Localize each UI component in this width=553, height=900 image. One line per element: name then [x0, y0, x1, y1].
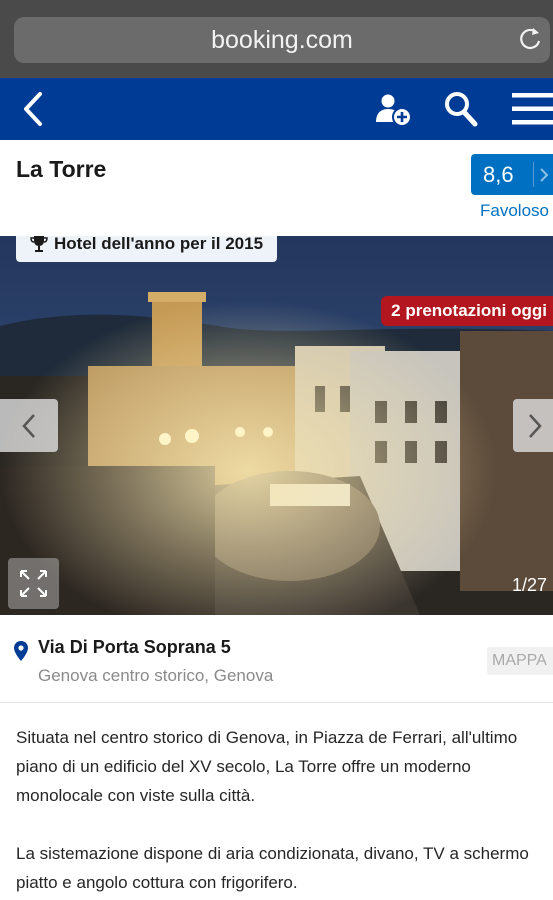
- hamburger-menu-icon[interactable]: [512, 93, 553, 125]
- reload-icon[interactable]: [516, 25, 544, 53]
- expand-icon: [20, 570, 47, 597]
- trophy-icon: [30, 236, 48, 252]
- review-score-label[interactable]: Favoloso: [480, 201, 549, 221]
- url-field[interactable]: booking.com: [14, 17, 550, 63]
- gallery-prev-button[interactable]: [0, 399, 58, 452]
- address-section: Via Di Porta Soprana 5 Genova centro sto…: [0, 615, 553, 703]
- hotel-description: Situata nel centro storico di Genova, in…: [16, 723, 536, 900]
- back-chevron-icon[interactable]: [20, 90, 46, 128]
- chevron-right-icon: [529, 414, 542, 438]
- hotel-name: La Torre: [16, 156, 107, 182]
- score-divider: [533, 162, 534, 187]
- review-score-button[interactable]: 8,6: [471, 154, 553, 195]
- award-text: Hotel dell'anno per il 2015: [54, 236, 264, 253]
- photo-counter: 1/27: [511, 575, 547, 595]
- description-paragraph: Situata nel centro storico di Genova, in…: [16, 728, 518, 805]
- review-score: 8,6: [483, 162, 514, 187]
- chevron-right-icon: [540, 168, 549, 182]
- award-badge: Hotel dell'anno per il 2015: [16, 236, 278, 262]
- description-paragraph: La sistemazione dispone di aria condizio…: [16, 844, 529, 892]
- map-pin-icon: [14, 641, 28, 661]
- map-button[interactable]: MAPPA: [487, 647, 553, 675]
- fullscreen-button[interactable]: [8, 558, 59, 609]
- bookings-today-badge: 2 prenotazioni oggi: [381, 296, 553, 326]
- add-user-icon[interactable]: [374, 92, 414, 128]
- chevron-left-icon: [22, 414, 35, 438]
- gallery-next-button[interactable]: [513, 399, 553, 452]
- url-text: booking.com: [211, 26, 353, 54]
- address-area: Genova centro storico, Genova: [38, 666, 274, 685]
- photo-gallery[interactable]: Hotel dell'anno per il 2015 2 prenotazio…: [0, 236, 553, 615]
- app-header: [0, 78, 553, 140]
- browser-toolbar: booking.com: [0, 0, 553, 78]
- search-icon[interactable]: [443, 90, 479, 128]
- address-street[interactable]: Via Di Porta Soprana 5: [38, 637, 231, 658]
- hotel-photo: [0, 236, 553, 615]
